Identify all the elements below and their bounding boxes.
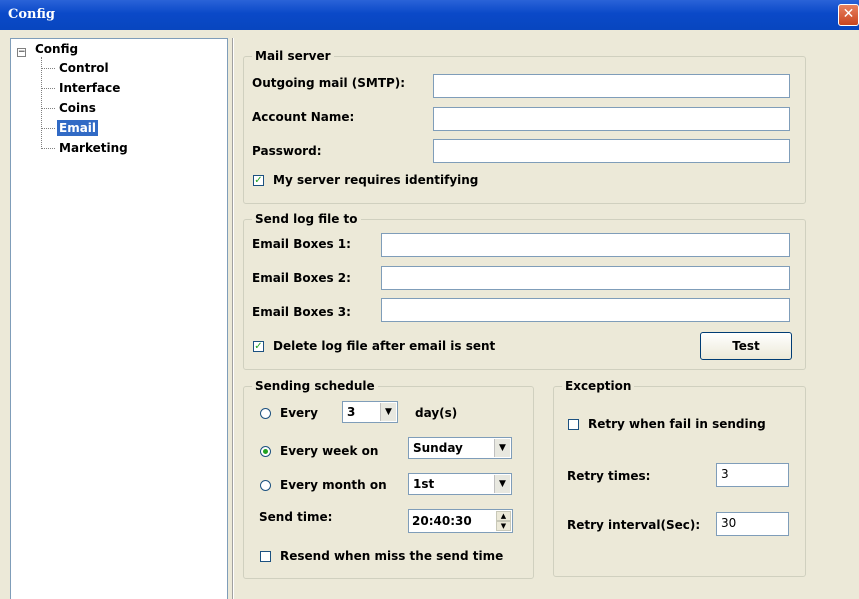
every-days-radio[interactable] [260, 408, 271, 419]
check-mark-icon: ✓ [254, 341, 263, 352]
every-week-label: Every week on [280, 444, 379, 458]
spin-up-icon[interactable]: ▲ [496, 511, 511, 521]
close-icon: ✕ [842, 6, 855, 22]
resend-checkbox[interactable] [260, 551, 271, 562]
month-day-value: 1st [413, 477, 435, 491]
chevron-down-icon[interactable]: ▼ [494, 439, 510, 457]
account-name-label: Account Name: [252, 110, 355, 124]
send-log-legend: Send log file to [252, 212, 361, 226]
retry-label: Retry when fail in sending [588, 417, 766, 431]
title-bar: Config ✕ [0, 0, 859, 30]
smtp-input[interactable] [433, 74, 790, 98]
email-box-1-input[interactable] [381, 233, 790, 257]
week-day-value: Sunday [413, 441, 463, 455]
tree-item-label: Interface [59, 81, 121, 95]
resend-label: Resend when miss the send time [280, 549, 504, 563]
tree-connector [41, 68, 55, 69]
password-input[interactable] [433, 139, 790, 163]
mail-server-group: Mail server Outgoing mail (SMTP): Accoun… [243, 49, 806, 204]
check-mark-icon: ✓ [254, 175, 263, 186]
smtp-label: Outgoing mail (SMTP): [252, 76, 406, 90]
tree-connector [41, 88, 55, 89]
retry-times-input[interactable]: 3 [716, 463, 789, 487]
email-box-3-label: Email Boxes 3: [252, 305, 351, 319]
exception-legend: Exception [562, 379, 635, 393]
every-days-select[interactable]: 3 ▼ [342, 401, 398, 423]
sending-schedule-legend: Sending schedule [252, 379, 378, 393]
collapse-icon[interactable]: − [17, 48, 26, 57]
identify-label: My server requires identifying [273, 173, 479, 187]
email-box-1-label: Email Boxes 1: [252, 237, 351, 251]
tree-item-label: Coins [59, 101, 96, 115]
tree-item-label: Marketing [59, 141, 128, 155]
delete-log-label: Delete log file after email is sent [273, 339, 496, 353]
password-label: Password: [252, 144, 322, 158]
tree-connector [41, 128, 55, 129]
panel-divider [232, 38, 234, 599]
month-day-select[interactable]: 1st ▼ [408, 473, 512, 495]
retry-interval-input[interactable]: 30 [716, 512, 789, 536]
spin-down-icon[interactable]: ▼ [496, 521, 511, 531]
every-month-radio[interactable] [260, 480, 271, 491]
retry-checkbox[interactable] [568, 419, 579, 430]
radio-selected-dot [263, 449, 268, 454]
every-month-label: Every month on [280, 478, 387, 492]
every-days-value: 3 [347, 405, 356, 419]
account-name-input[interactable] [433, 107, 790, 131]
tree-root-label: Config [35, 42, 79, 56]
retry-times-label: Retry times: [567, 469, 651, 483]
tree-item-label: Email [57, 120, 99, 136]
close-button[interactable]: ✕ [838, 4, 859, 26]
send-time-label: Send time: [259, 510, 333, 524]
tree-connector [41, 108, 55, 109]
days-unit-label: day(s) [415, 406, 458, 420]
chevron-down-icon[interactable]: ▼ [380, 403, 396, 421]
send-log-group: Send log file to Email Boxes 1: Email Bo… [243, 212, 806, 370]
delete-log-checkbox[interactable]: ✓ [253, 341, 264, 352]
tree-connector [41, 148, 55, 149]
mail-server-legend: Mail server [252, 49, 334, 63]
send-time-picker[interactable]: 20:40:30 ▲ ▼ [408, 509, 513, 533]
tree-connector [41, 57, 42, 149]
email-box-2-label: Email Boxes 2: [252, 271, 351, 285]
window-title: Config [8, 7, 56, 22]
send-time-value: 20:40:30 [412, 514, 472, 528]
sending-schedule-group: Sending schedule Every 3 ▼ day(s) Every … [243, 379, 534, 579]
every-label: Every [280, 406, 318, 420]
chevron-down-icon[interactable]: ▼ [494, 475, 510, 493]
email-box-2-input[interactable] [381, 266, 790, 290]
week-day-select[interactable]: Sunday ▼ [408, 437, 512, 459]
tree-item-label: Control [59, 61, 109, 75]
exception-group: Exception Retry when fail in sending Ret… [553, 379, 806, 577]
identify-checkbox[interactable]: ✓ [253, 175, 264, 186]
test-button[interactable]: Test [700, 332, 792, 360]
retry-interval-label: Retry interval(Sec): [567, 518, 701, 532]
every-week-radio[interactable] [260, 446, 271, 457]
config-tree: − Config Control Interface Coins Email M… [10, 38, 228, 599]
email-box-3-input[interactable] [381, 298, 790, 322]
